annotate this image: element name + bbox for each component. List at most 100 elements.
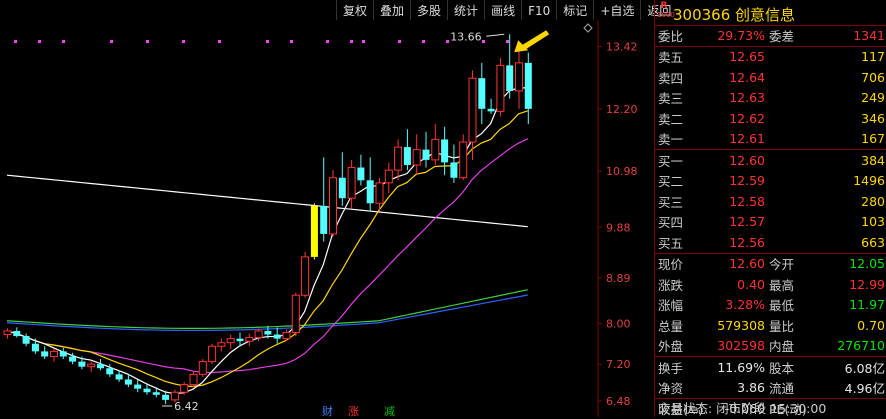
ask-row[interactable]: 卖四 12.64 706 — [655, 67, 886, 88]
bid-row[interactable]: 买一 12.60 384 — [655, 150, 886, 171]
stat-value: 302598 — [717, 338, 765, 354]
ma10-yellow-line — [6, 110, 528, 388]
stat-value: 12.05 — [849, 256, 885, 272]
ma-long-white-line — [6, 174, 528, 228]
stat-row[interactable]: 总量 579308 量比 0.70 — [655, 315, 886, 336]
bid-label: 买三 — [658, 194, 684, 210]
candle-body — [69, 356, 77, 362]
signal-dot — [14, 40, 17, 43]
draw-line-button[interactable]: 画线 — [484, 0, 521, 20]
toolbar: 复权 叠加 多股 统计 画线 F10 标记 +自选 返回 — [336, 0, 678, 20]
stat-row[interactable]: 涨跌 0.40 最高 12.99 — [655, 274, 886, 295]
f10-button[interactable]: F10 — [521, 0, 556, 20]
logo-letter: R — [660, 1, 668, 11]
candle-body — [41, 351, 49, 357]
y-tick-label: 8.89 — [606, 272, 631, 285]
candle-body — [22, 336, 30, 344]
candle-body — [264, 330, 272, 335]
candle-body — [357, 167, 365, 181]
overlay-button[interactable]: 叠加 — [373, 0, 410, 20]
candle-body — [394, 146, 403, 171]
candle-body — [347, 167, 356, 199]
bid-volume: 103 — [861, 214, 885, 230]
candle-body — [124, 379, 132, 385]
signal-dot — [446, 40, 449, 43]
statistics-button[interactable]: 统计 — [447, 0, 484, 20]
candle-body — [478, 78, 486, 109]
high-price-label: 13.66 — [450, 30, 482, 43]
ask-label: 卖二 — [658, 111, 684, 127]
stat-row[interactable]: 现价 12.60 今开 12.05 — [655, 254, 886, 275]
bid-price: 12.59 — [729, 173, 765, 189]
y-tick-label: 12.20 — [606, 103, 638, 116]
ask-row[interactable]: 卖五 12.65 117 — [655, 47, 886, 68]
candle-body — [459, 141, 468, 179]
ask-row[interactable]: 卖二 12.62 346 — [655, 108, 886, 129]
ask-row[interactable]: 卖一 12.61 167 — [655, 129, 886, 150]
stat-row[interactable]: 外盘 302598 内盘 276710 — [655, 336, 886, 357]
ask-label: 卖五 — [658, 50, 684, 66]
r-logo-icon: R 1000 — [657, 1, 675, 22]
stat-value: 12.99 — [849, 276, 885, 292]
signal-dot — [362, 40, 365, 43]
candle-body — [198, 361, 207, 375]
candle-body — [366, 180, 374, 204]
add-watchlist-button[interactable]: +自选 — [593, 0, 640, 20]
candle-body — [236, 338, 244, 342]
fund-label: 流通 — [769, 381, 795, 397]
signal-dot — [38, 40, 41, 43]
candle-body — [78, 361, 86, 367]
stat-value: 11.97 — [849, 297, 885, 313]
candle-body — [31, 343, 39, 352]
candle-body — [431, 138, 440, 161]
candle-body — [87, 363, 96, 368]
stat-label: 内盘 — [769, 339, 795, 355]
stat-value: 276710 — [837, 338, 885, 354]
candle-body — [134, 384, 142, 389]
y-tick-label: 9.88 — [606, 221, 631, 234]
candle-body — [13, 330, 21, 337]
logo-sub: 1000 — [657, 11, 675, 19]
ask-price: 12.63 — [729, 90, 765, 106]
candle-body — [282, 331, 291, 340]
kline-chart[interactable]: 13.42 12.20 10.98 9.88 8.89 8.00 7.20 6.48 13.66… — [0, 0, 654, 417]
candle-body — [208, 345, 217, 363]
candle-body — [245, 337, 254, 342]
stat-row[interactable]: 涨幅 3.28% 最低 11.97 — [655, 295, 886, 316]
signal-dot — [482, 40, 485, 43]
signal-dot — [218, 40, 221, 43]
kline-svg[interactable]: 13.42 12.20 10.98 9.88 8.89 8.00 7.20 6.48 13.66… — [0, 0, 654, 417]
fund-row[interactable]: 净资 3.86 流通 4.96亿 — [655, 378, 886, 399]
multi-stock-button[interactable]: 多股 — [410, 0, 447, 20]
bid-row[interactable]: 买五 12.56 663 — [655, 232, 886, 253]
bid-row[interactable]: 买二 12.59 1496 — [655, 171, 886, 192]
weicha-label: 委差 — [769, 29, 795, 45]
candle-body — [97, 364, 104, 369]
y-tick-label: 13.42 — [606, 41, 638, 54]
stat-label: 量比 — [769, 318, 795, 334]
weibi-value: 29.73% — [717, 28, 765, 44]
candle-body — [189, 373, 198, 386]
mark-button[interactable]: 标记 — [556, 0, 593, 20]
fund-value: 4.96亿 — [844, 381, 885, 397]
weibi-row: 委比 29.73% 委差 1341 — [655, 26, 886, 47]
candle-body — [338, 177, 346, 199]
signal-dot — [422, 40, 425, 43]
fund-row[interactable]: 换手 11.69% 股本 6.08亿 — [655, 357, 886, 378]
bid-row[interactable]: 买三 12.58 280 — [655, 191, 886, 212]
stock-title: 300366 创意信息 — [673, 6, 796, 24]
y-tick-label: 10.98 — [606, 165, 638, 178]
ask-volume: 346 — [861, 110, 885, 126]
high-label-pointer — [486, 33, 505, 37]
candle-body — [496, 64, 505, 112]
bid-row[interactable]: 买四 12.57 103 — [655, 212, 886, 233]
candle-body — [384, 169, 393, 184]
candle-body — [226, 338, 235, 344]
ask-row[interactable]: 卖三 12.63 249 — [655, 88, 886, 109]
ask-label: 卖三 — [658, 91, 684, 107]
candle-body — [143, 388, 151, 393]
fuquan-button[interactable]: 复权 — [336, 0, 373, 20]
stat-label: 今开 — [769, 257, 795, 273]
stat-value: 3.28% — [725, 297, 765, 313]
candle-body — [291, 294, 300, 333]
